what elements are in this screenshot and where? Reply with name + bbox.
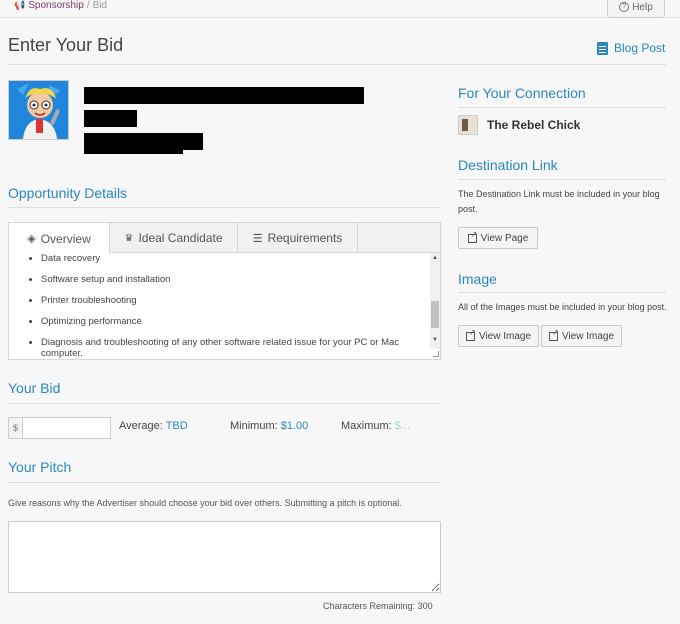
view-page-button[interactable]: View Page	[458, 227, 538, 249]
overview-content[interactable]: Data recovery Software setup and install…	[9, 253, 429, 359]
opportunity-tabs-panel: ◈ Overview ♛ Ideal Candidate ☰ Requireme…	[8, 222, 441, 360]
tab-bar: ◈ Overview ♛ Ideal Candidate ☰ Requireme…	[9, 223, 440, 254]
list-item: Optimizing performance	[41, 316, 429, 327]
opportunity-avatar	[8, 80, 69, 140]
tab-ideal-candidate[interactable]: ♛ Ideal Candidate	[110, 223, 238, 253]
image-text: All of the Images must be included in yo…	[458, 302, 667, 312]
view-image-label-1: View Image	[478, 330, 532, 342]
help-label: Help	[632, 1, 653, 13]
title-divider	[8, 64, 666, 65]
list-item: Data recovery	[41, 253, 429, 264]
bid-amount-group: $	[8, 417, 111, 439]
characters-remaining: Characters Remaining: 300	[323, 601, 433, 611]
opportunity-title-line-1: Looking Support from a Reputed Blogs for…	[84, 87, 365, 127]
chars-value: 300	[417, 601, 433, 611]
breadcrumb-sponsorship-link[interactable]: Sponsorship	[28, 0, 84, 11]
author-name: Joseph Fernandez	[84, 140, 184, 154]
external-link-icon	[467, 230, 477, 243]
view-image-button-2[interactable]: View Image	[541, 325, 622, 347]
destination-divider	[458, 179, 666, 180]
bid-amount-input[interactable]	[22, 417, 111, 439]
connection-heading: For Your Connection	[458, 85, 586, 101]
average-bid: Average: TBD	[119, 420, 188, 432]
minimum-bid: Minimum: $1.00	[230, 420, 308, 432]
destination-link-heading: Destination Link	[458, 157, 558, 173]
page-title: Enter Your Bid	[8, 35, 124, 55]
destination-text: The Destination Link must be included in…	[458, 189, 660, 214]
view-image-label-2: View Image	[561, 330, 615, 342]
your-bid-heading: Your Bid	[8, 380, 61, 396]
resize-handle-icon[interactable]	[433, 351, 439, 357]
blog-post-label: Blog Post	[614, 41, 666, 55]
image-divider	[458, 292, 666, 293]
layers-icon: ◈	[27, 233, 36, 245]
scroll-up-arrow-icon[interactable]: ▲	[432, 255, 438, 261]
list-item: Software setup and installation	[41, 274, 429, 285]
connection-item: The Rebel Chick	[458, 115, 580, 135]
tab-requirements[interactable]: ☰ Requirements	[238, 223, 358, 253]
crown-icon: ♛	[124, 232, 134, 244]
external-link-icon	[465, 328, 476, 341]
currency-prefix: $	[8, 417, 22, 439]
scroll-down-arrow-icon[interactable]: ▼	[432, 337, 438, 343]
question-icon: ?	[619, 2, 630, 12]
view-image-button-1[interactable]: View Image	[458, 325, 539, 347]
opportunity-author: Joseph Fernandez	[84, 140, 184, 154]
document-icon	[597, 41, 608, 55]
image-heading: Image	[458, 271, 497, 287]
top-bar: 📢 Sponsorship / Bid ? Help	[0, 0, 680, 18]
list-icon: ☰	[252, 232, 263, 245]
tab-requirements-label: Requirements	[267, 231, 343, 245]
your-pitch-divider	[8, 482, 441, 483]
tab-overview-label: Overview	[40, 231, 91, 246]
external-link-icon	[548, 328, 559, 341]
blog-thumbnail-icon	[458, 115, 478, 135]
connection-name: The Rebel Chick	[487, 118, 581, 132]
breadcrumb-current: Bid	[92, 0, 108, 11]
maximum-bid: Maximum: $...	[341, 420, 410, 432]
tab-ideal-candidate-label: Ideal Candidate	[138, 231, 223, 245]
average-value: TBD	[165, 420, 188, 432]
connection-divider	[458, 107, 666, 108]
list-item: Printer troubleshooting	[41, 295, 429, 306]
pitch-description: Give reasons why the Advertiser should c…	[8, 498, 402, 508]
chars-label: Characters Remaining:	[323, 601, 416, 611]
overview-scrollbar[interactable]: ▲ ▼	[430, 253, 440, 349]
megaphone-icon: 📢	[14, 0, 26, 10]
scroll-thumb[interactable]	[431, 301, 439, 328]
pitch-textarea[interactable]	[8, 521, 441, 593]
breadcrumb: 📢 Sponsorship / Bid	[14, 0, 107, 11]
tab-overview[interactable]: ◈ Overview	[9, 223, 110, 254]
minimum-value: $1.00	[280, 420, 309, 432]
blog-post-link[interactable]: Blog Post	[597, 41, 665, 55]
maximum-value: $...	[394, 420, 411, 432]
list-item: Diagnosis and troubleshooting of any oth…	[41, 337, 429, 359]
opportunity-details-heading: Opportunity Details	[8, 185, 128, 201]
help-button[interactable]: ? Help	[607, 0, 665, 18]
breadcrumb-separator: /	[86, 0, 90, 11]
average-label: Average:	[119, 420, 163, 432]
your-pitch-heading: Your Pitch	[8, 459, 72, 475]
minimum-label: Minimum:	[230, 420, 278, 432]
maximum-label: Maximum:	[341, 420, 392, 432]
opportunity-details-divider	[8, 207, 441, 208]
your-bid-divider	[8, 403, 441, 404]
view-page-label: View Page	[480, 232, 529, 244]
